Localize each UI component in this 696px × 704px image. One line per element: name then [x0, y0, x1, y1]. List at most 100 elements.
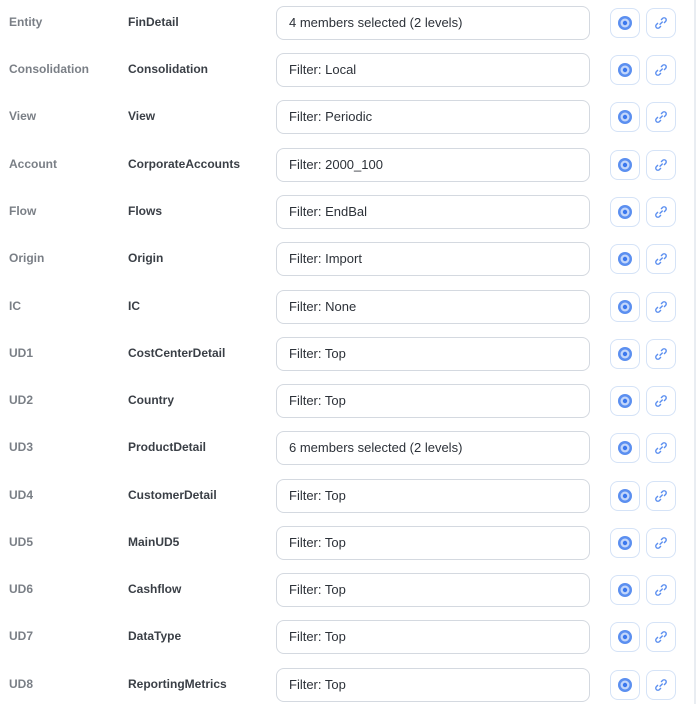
- dimension-name: Cashflow: [128, 582, 182, 596]
- link-icon: [655, 631, 667, 643]
- member-filter-field[interactable]: Filter: Top: [276, 526, 590, 560]
- link-button[interactable]: [646, 386, 676, 416]
- dimension-label: UD1: [9, 346, 34, 360]
- dimension-row: UD2 Country Filter: Top: [0, 384, 690, 420]
- member-filter-field[interactable]: Filter: Top: [276, 573, 590, 607]
- member-filter-field[interactable]: Filter: Top: [276, 384, 590, 418]
- dimension-name: CorporateAccounts: [128, 157, 241, 171]
- link-icon: [655, 490, 667, 502]
- member-filter-field[interactable]: Filter: Import: [276, 242, 590, 276]
- dimension-name: MainUD5: [128, 535, 180, 549]
- dimension-row: UD3 ProductDetail 6 members selected (2 …: [0, 431, 690, 467]
- dimension-name: Origin: [128, 251, 164, 265]
- member-select-button[interactable]: [610, 8, 640, 38]
- link-icon: [655, 253, 667, 265]
- link-button[interactable]: [646, 670, 676, 700]
- dimension-label: Entity: [9, 15, 43, 29]
- dimension-name: CustomerDetail: [128, 488, 217, 502]
- link-icon: [655, 537, 667, 549]
- link-button[interactable]: [646, 481, 676, 511]
- member-select-button[interactable]: [610, 622, 640, 652]
- member-filter-field[interactable]: Filter: Top: [276, 668, 590, 702]
- link-icon: [655, 17, 667, 29]
- dimension-name: IC: [128, 299, 140, 313]
- dimension-name: Consolidation: [128, 62, 208, 76]
- link-button[interactable]: [646, 8, 676, 38]
- member-select-button[interactable]: [610, 150, 640, 180]
- target-icon: [618, 394, 632, 408]
- member-select-button[interactable]: [610, 244, 640, 274]
- link-button[interactable]: [646, 528, 676, 558]
- member-filter-field[interactable]: Filter: Periodic: [276, 100, 590, 134]
- member-filter-field[interactable]: Filter: 2000_100: [276, 148, 590, 182]
- dimension-row: Flow Flows Filter: EndBal: [0, 195, 690, 231]
- member-select-button[interactable]: [610, 339, 640, 369]
- dimension-row: UD1 CostCenterDetail Filter: Top: [0, 337, 690, 373]
- dimension-row: Consolidation Consolidation Filter: Loca…: [0, 53, 690, 89]
- link-button[interactable]: [646, 575, 676, 605]
- dimension-name: DataType: [128, 629, 182, 643]
- dimension-label: UD4: [9, 488, 34, 502]
- target-icon: [618, 300, 632, 314]
- link-icon: [655, 348, 667, 360]
- dimension-label: View: [9, 109, 37, 123]
- member-filter-field[interactable]: Filter: None: [276, 290, 590, 324]
- dimension-label: UD2: [9, 393, 34, 407]
- member-filter-field[interactable]: 6 members selected (2 levels): [276, 431, 590, 465]
- member-select-button[interactable]: [610, 55, 640, 85]
- member-select-button[interactable]: [610, 386, 640, 416]
- member-select-button[interactable]: [610, 528, 640, 558]
- member-filter-field[interactable]: Filter: Local: [276, 53, 590, 87]
- member-select-button[interactable]: [610, 433, 640, 463]
- member-select-button[interactable]: [610, 481, 640, 511]
- member-select-button[interactable]: [610, 197, 640, 227]
- dimension-row: UD6 Cashflow Filter: Top: [0, 573, 690, 609]
- member-select-button[interactable]: [610, 670, 640, 700]
- link-button[interactable]: [646, 292, 676, 322]
- dimension-name: CostCenterDetail: [128, 346, 226, 360]
- member-filter-field[interactable]: Filter: Top: [276, 620, 590, 654]
- link-icon: [655, 679, 667, 691]
- dimension-name: Country: [128, 393, 174, 407]
- target-icon: [618, 252, 632, 266]
- dimension-row: UD5 MainUD5 Filter: Top: [0, 526, 690, 562]
- link-button[interactable]: [646, 622, 676, 652]
- link-icon: [655, 301, 667, 313]
- dimension-row: UD4 CustomerDetail Filter: Top: [0, 479, 690, 515]
- link-icon: [655, 159, 667, 171]
- member-filter-field[interactable]: Filter: Top: [276, 479, 590, 513]
- dimension-row: UD8 ReportingMetrics Filter: Top: [0, 668, 690, 704]
- target-icon: [618, 489, 632, 503]
- link-button[interactable]: [646, 197, 676, 227]
- target-icon: [618, 583, 632, 597]
- link-icon: [655, 395, 667, 407]
- member-filter-field[interactable]: Filter: EndBal: [276, 195, 590, 229]
- dimension-row: Entity FinDetail 4 members selected (2 l…: [0, 6, 690, 42]
- link-button[interactable]: [646, 102, 676, 132]
- dimension-label: Account: [9, 157, 57, 171]
- link-button[interactable]: [646, 433, 676, 463]
- link-icon: [655, 584, 667, 596]
- target-icon: [618, 158, 632, 172]
- dimension-label: UD7: [9, 629, 34, 643]
- link-button[interactable]: [646, 339, 676, 369]
- link-button[interactable]: [646, 55, 676, 85]
- target-icon: [618, 536, 632, 550]
- dimension-filter-panel: Entity FinDetail 4 members selected (2 l…: [0, 0, 696, 704]
- link-icon: [655, 442, 667, 454]
- dimension-label: UD6: [9, 582, 34, 596]
- member-select-button[interactable]: [610, 575, 640, 605]
- target-icon: [618, 63, 632, 77]
- target-icon: [618, 110, 632, 124]
- dimension-name: View: [128, 109, 156, 123]
- link-icon: [655, 206, 667, 218]
- link-button[interactable]: [646, 150, 676, 180]
- member-filter-field[interactable]: Filter: Top: [276, 337, 590, 371]
- member-select-button[interactable]: [610, 102, 640, 132]
- dimension-label: Origin: [9, 251, 45, 265]
- dimension-row: Origin Origin Filter: Import: [0, 242, 690, 278]
- target-icon: [618, 441, 632, 455]
- link-button[interactable]: [646, 244, 676, 274]
- member-select-button[interactable]: [610, 292, 640, 322]
- member-filter-field[interactable]: 4 members selected (2 levels): [276, 6, 590, 40]
